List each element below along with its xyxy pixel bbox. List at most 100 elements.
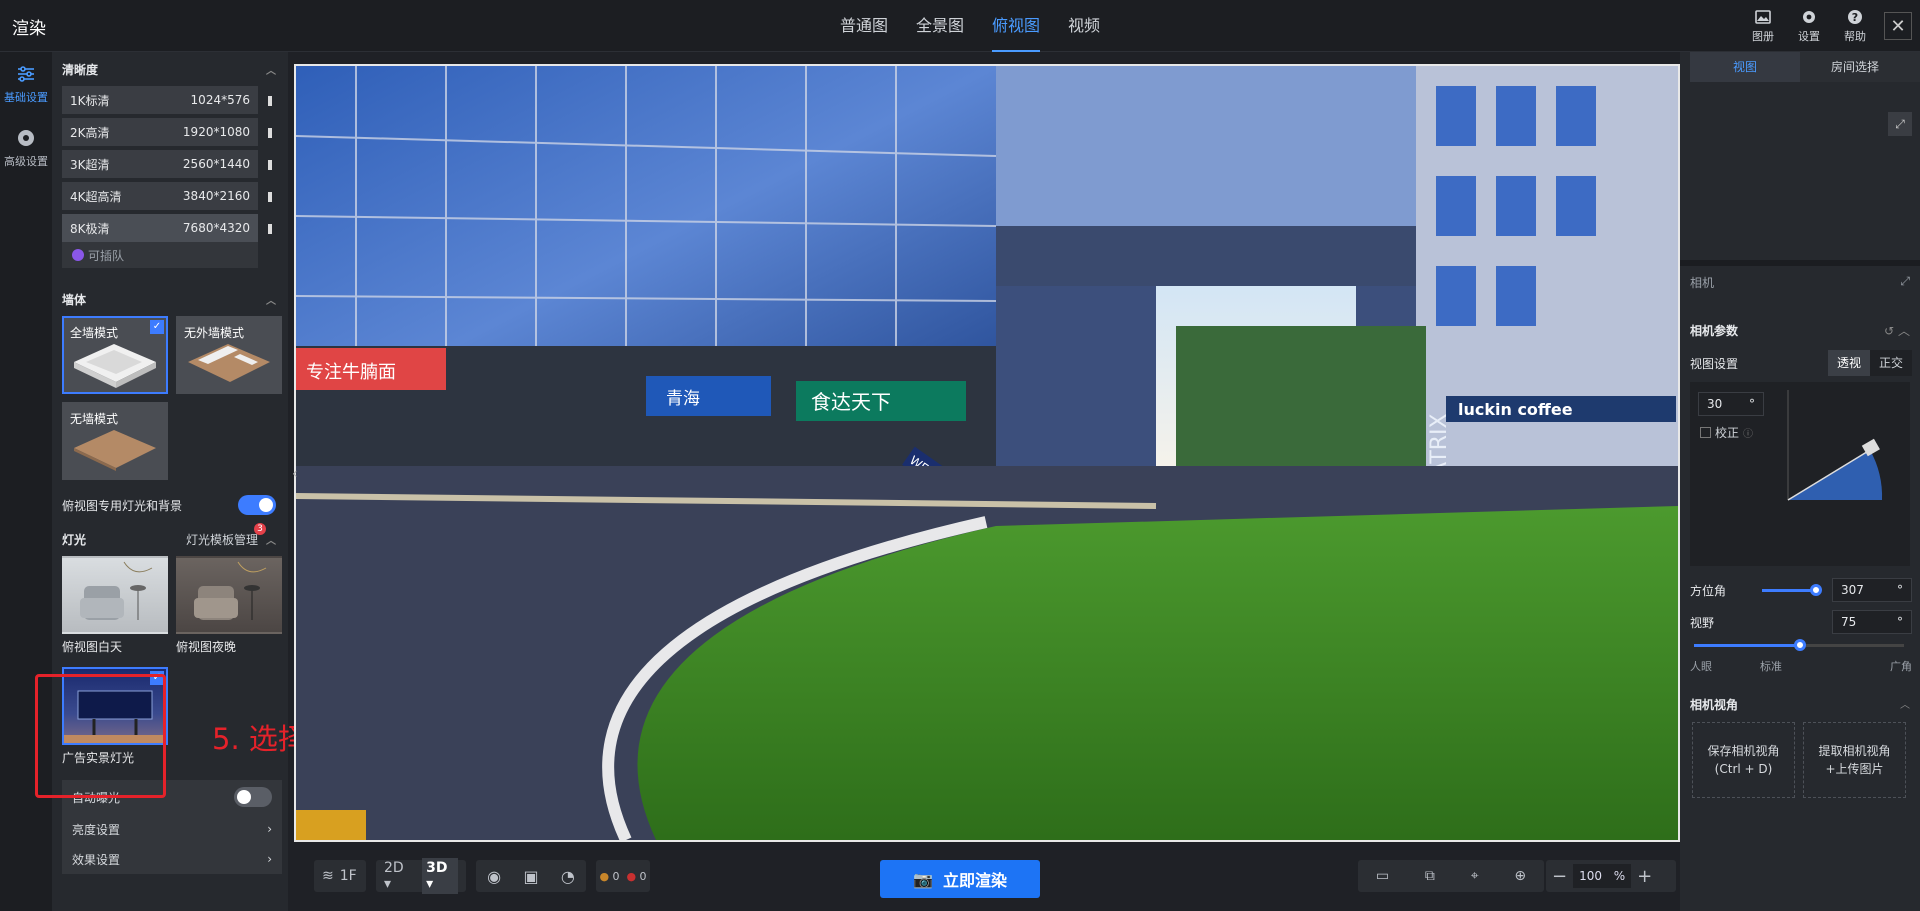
res-marker — [268, 160, 272, 170]
cube-icon[interactable]: ▣ — [523, 867, 538, 886]
zoom-out-button[interactable]: − — [1552, 866, 1567, 887]
wall-title: 墙体 — [62, 292, 87, 307]
chevron-up-icon[interactable]: ︿ — [1900, 696, 1910, 713]
perspective-option[interactable]: 透视 — [1828, 350, 1870, 376]
manage-label: 灯光模板管理 — [185, 532, 258, 547]
sign-food: 食达天下 — [811, 390, 891, 414]
camera-view-title: 相机视角 — [1690, 698, 1739, 712]
wall-mode-label: 无墙模式 — [70, 412, 119, 426]
album-label: 图册 — [1752, 30, 1774, 43]
res-marker — [268, 96, 272, 106]
tab-topview[interactable]: 俯视图 — [978, 0, 1054, 52]
tab-normal[interactable]: 普通图 — [826, 0, 902, 52]
pitch-input[interactable]: 30 ° — [1698, 392, 1764, 416]
render-viewport[interactable]: 专注牛腩面 青海 食达天下 luckin coffee MATRIX WELCO… — [294, 64, 1680, 842]
fov-mark-eye: 人眼 — [1690, 660, 1712, 673]
fov-mark-standard: 标准 — [1760, 660, 1782, 673]
light-template-day[interactable]: 俯视图白天 — [62, 556, 168, 655]
auto-exposure-switch[interactable] — [234, 787, 272, 807]
close-button[interactable]: ✕ — [1884, 12, 1912, 40]
zoom-fit-icon[interactable]: ⊕ — [1514, 868, 1526, 884]
image-icon[interactable]: ▭ — [1376, 868, 1389, 884]
zoom-value: 100 — [1579, 869, 1602, 883]
fit-view-icon[interactable]: ⧉ — [1425, 868, 1435, 884]
svg-text:?: ? — [1852, 11, 1858, 24]
reset-icon[interactable]: ↺ ︿ — [1884, 322, 1910, 339]
topview-light-switch[interactable] — [238, 495, 276, 515]
azimuth-slider-thumb[interactable] — [1810, 583, 1822, 596]
wall-mode-full[interactable]: 全墙模式 ✓ — [62, 316, 168, 394]
annotation-highlight-box — [35, 674, 166, 798]
count-b: ● 0 — [626, 869, 647, 883]
floor-selector[interactable]: ≋ 1F — [314, 860, 366, 892]
gauge-icon[interactable]: ◔ — [561, 867, 575, 886]
azimuth-slider[interactable] — [1762, 583, 1822, 596]
fetch-camera-view-button[interactable]: 提取相机视角 +上传图片 — [1803, 722, 1906, 798]
eye-icon[interactable]: ◉ — [487, 867, 501, 886]
orthographic-option[interactable]: 正交 — [1870, 350, 1912, 376]
focus-icon[interactable]: ⌖ — [1471, 868, 1479, 884]
resolution-header[interactable]: 清晰度 ︿ — [52, 52, 288, 86]
tab-room-select[interactable]: 房间选择 — [1800, 52, 1910, 82]
save-camera-view-button[interactable]: 保存相机视角 (Ctrl + D) — [1692, 722, 1795, 798]
view-settings-row: 视图设置 透视 正交 — [1690, 350, 1912, 376]
correct-checkbox-row[interactable]: 校正 ⓘ — [1700, 424, 1753, 441]
view-tools: ◉ ▣ ◔ — [476, 860, 586, 892]
popout-icon[interactable]: ⤢ — [1888, 112, 1912, 136]
rail-basic-settings[interactable]: 基础设置 — [0, 52, 52, 116]
mode-2d-button[interactable]: 2D ▾ — [384, 860, 410, 892]
resolution-3k[interactable]: 3K超清 2560*1440 — [62, 150, 272, 178]
settings-button[interactable]: 设置 — [1786, 8, 1832, 44]
render-now-button[interactable]: 📷 立即渲染 — [880, 860, 1040, 898]
wall-mode-grid: 全墙模式 ✓ 无外墙模式 无墙模式 — [52, 316, 288, 480]
resolution-4k[interactable]: 4K超高清 3840*2160 — [62, 182, 272, 210]
chevron-left-icon[interactable]: ‹ — [292, 466, 304, 496]
brightness-label: 亮度设置 — [72, 822, 121, 837]
res-size: 7680*4320 — [182, 221, 250, 235]
chevron-right-icon: › — [267, 822, 272, 836]
rail-advanced-settings[interactable]: 高级设置 — [0, 116, 52, 180]
camera-params-header: 相机参数 ↺ ︿ — [1690, 322, 1910, 339]
brightness-settings-row[interactable]: 亮度设置 › — [62, 814, 282, 844]
mode-3d-label: 3D — [426, 860, 448, 876]
armchair-day-image — [80, 561, 153, 620]
tab-view[interactable]: 视图 — [1690, 52, 1800, 82]
image-tools: ▭ ⧉ ⌖ ⊕ — [1358, 860, 1544, 892]
pitch-angle-diagram — [1787, 390, 1883, 501]
resolution-2k[interactable]: 2K高清 1920*1080 — [62, 118, 272, 146]
gear-icon — [1803, 11, 1815, 23]
resolution-1k[interactable]: 1K标清 1024*576 — [62, 86, 272, 114]
effect-label: 效果设置 — [72, 852, 121, 867]
zoom-input[interactable]: 100% — [1573, 864, 1632, 888]
fov-slider[interactable] — [1694, 639, 1904, 651]
wall-mode-none[interactable]: 无墙模式 — [62, 402, 168, 480]
light-template-night[interactable]: 俯视图夜晚 — [176, 556, 282, 655]
correct-label: 校正 — [1715, 426, 1740, 440]
fov-slider-thumb[interactable] — [1794, 639, 1806, 651]
tab-panorama[interactable]: 全景图 — [902, 0, 978, 52]
zoom-in-button[interactable]: + — [1637, 866, 1652, 887]
resolution-8k[interactable]: 8K极清 7680*4320 — [62, 214, 272, 242]
wall-mode-no-exterior[interactable]: 无外墙模式 — [176, 316, 282, 394]
res-marker — [268, 192, 272, 202]
correct-checkbox[interactable] — [1700, 427, 1711, 438]
fov-input[interactable]: 75 ° — [1832, 610, 1912, 634]
azimuth-input[interactable]: 307 ° — [1831, 578, 1912, 602]
mode-3d-button[interactable]: 3D ▾ — [422, 858, 458, 894]
tab-video[interactable]: 视频 — [1054, 0, 1114, 52]
queue-option[interactable]: 可插队 — [62, 242, 258, 268]
settings-label: 设置 — [1798, 30, 1820, 43]
wall-mode-label: 无外墙模式 — [184, 326, 245, 340]
expand-icon[interactable]: ⤢ — [1900, 274, 1910, 291]
fov-slider-fill — [1694, 644, 1800, 647]
help-button[interactable]: ? 帮助 — [1832, 8, 1878, 44]
effect-settings-row[interactable]: 效果设置 › — [62, 844, 282, 874]
pitch-value: 30 — [1707, 397, 1723, 411]
wall-header[interactable]: 墙体 ︿ — [52, 282, 288, 316]
dimension-switch: 2D ▾ 3D ▾ — [376, 858, 466, 894]
view-settings-label: 视图设置 — [1690, 356, 1739, 371]
chevron-up-icon[interactable]: ︿ — [266, 532, 276, 547]
fov-label: 视野 — [1690, 615, 1715, 630]
album-button[interactable]: 图册 — [1740, 8, 1786, 44]
light-template-manage-link[interactable]: 灯光模板管理 3 — [185, 522, 266, 548]
